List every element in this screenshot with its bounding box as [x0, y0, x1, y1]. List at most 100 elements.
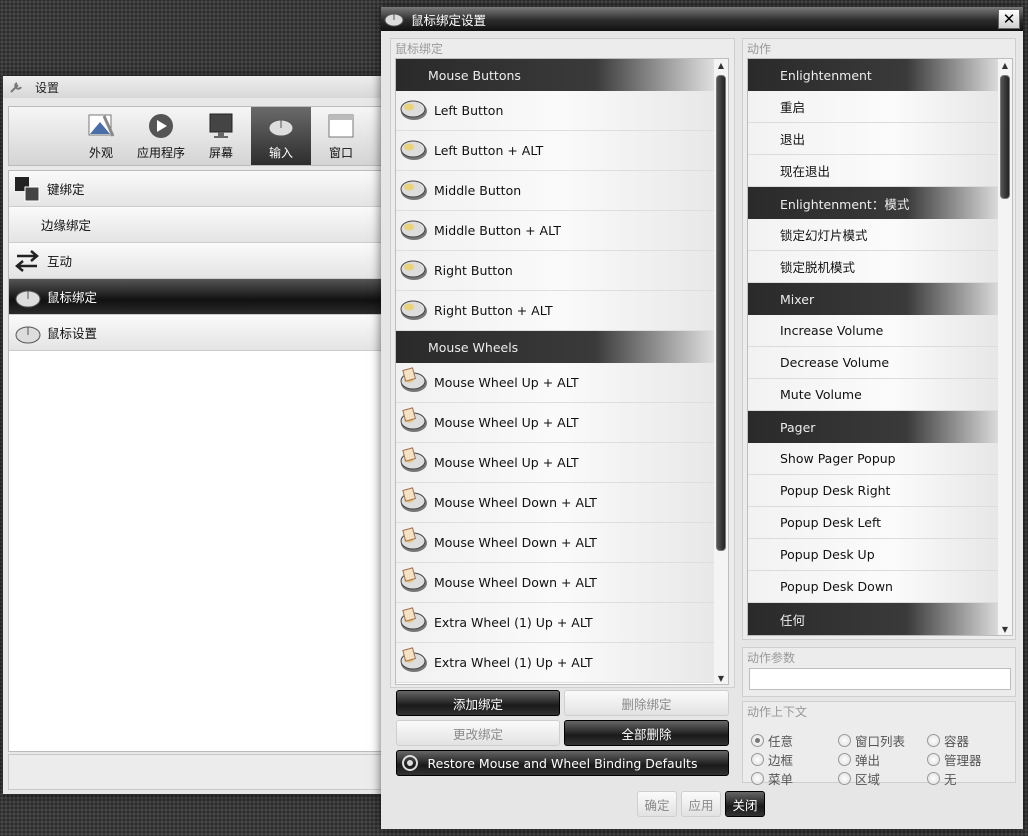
- bindings-frame-label: 鼠标绑定: [395, 42, 444, 56]
- binding-row[interactable]: Left Button + ALT: [396, 131, 728, 171]
- apply-button[interactable]: 应用: [681, 791, 721, 817]
- action-params-frame: 动作参数: [742, 647, 1016, 697]
- binding-row[interactable]: Mouse Wheel Down + ALT: [396, 483, 728, 523]
- settings-category-list: 键绑定 边缘绑定互动鼠标绑定 鼠标设置: [8, 170, 383, 752]
- bindings-frame: 鼠标绑定 Mouse Buttons Left Button Left Button…: [390, 38, 735, 688]
- radio-icon: [751, 753, 764, 766]
- scroll-down-icon[interactable]: ▼: [714, 674, 728, 684]
- radio-icon: [838, 753, 851, 766]
- context-label: 窗口列表: [855, 734, 906, 749]
- action-row[interactable]: Mute Volume: [748, 379, 1012, 411]
- toolbar-item-1[interactable]: 应用程序: [131, 107, 191, 165]
- action-row[interactable]: Show Pager Popup: [748, 443, 1012, 475]
- close-dialog-button[interactable]: 关闭: [725, 791, 765, 817]
- binding-row[interactable]: Extra Wheel (1) Up + ALT: [396, 643, 728, 683]
- binding-label: Mouse Wheel Up + ALT: [434, 375, 579, 390]
- scroll-up-icon[interactable]: ▲: [714, 61, 728, 71]
- category-item-2[interactable]: 互动: [9, 243, 382, 279]
- toolbar-item-label: 输入: [268, 146, 293, 160]
- category-item-4[interactable]: 鼠标设置: [9, 315, 382, 351]
- bindings-scroll-thumb[interactable]: [716, 75, 726, 551]
- mouse-wheel-icon: [396, 645, 434, 680]
- action-row[interactable]: 重启: [748, 91, 1012, 123]
- scroll-up-icon[interactable]: ▲: [998, 61, 1012, 71]
- action-row[interactable]: Decrease Volume: [748, 347, 1012, 379]
- toolbar-item-2[interactable]: 屏幕: [191, 107, 251, 165]
- action-row[interactable]: Popup Desk Left: [748, 507, 1012, 539]
- binding-row[interactable]: Middle Button + ALT: [396, 211, 728, 251]
- binding-row[interactable]: Mouse Wheel Down + ALT: [396, 523, 728, 563]
- context-label: 弹出: [855, 753, 881, 768]
- binding-row[interactable]: Left Button: [396, 91, 728, 131]
- binding-label: Mouse Buttons: [428, 67, 521, 83]
- mouse-wheel-icon: [396, 445, 434, 480]
- bindings-scrollbar[interactable]: ▲ ▼: [714, 59, 728, 684]
- context-radio-3[interactable]: 边框: [751, 750, 793, 769]
- close-button[interactable]: ✕: [998, 9, 1020, 29]
- action-row[interactable]: Popup Desk Up: [748, 539, 1012, 571]
- context-radio-5[interactable]: 管理器: [927, 750, 982, 769]
- ok-button[interactable]: 确定: [637, 791, 677, 817]
- binding-label: Mouse Wheel Up + ALT: [434, 415, 579, 430]
- actions-group-header: Pager: [748, 411, 1012, 443]
- mouse-wheel-icon: [396, 405, 434, 440]
- context-radio-0[interactable]: 任意: [751, 731, 793, 750]
- settings-titlebar[interactable]: 设置: [3, 76, 383, 98]
- category-item-1[interactable]: 边缘绑定: [9, 207, 382, 243]
- binding-row[interactable]: Mouse Wheel Up + ALT: [396, 443, 728, 483]
- context-radio-6[interactable]: 菜单: [751, 769, 793, 788]
- modify-binding-button[interactable]: 更改绑定: [396, 720, 560, 746]
- mouse-icon: [266, 112, 296, 140]
- actions-scroll-thumb[interactable]: [1000, 75, 1010, 199]
- window-icon: [326, 112, 356, 140]
- bind-titlebar[interactable]: 鼠标绑定设置 ✕: [381, 7, 1023, 31]
- context-label: 菜单: [768, 772, 794, 787]
- toolbar-item-3[interactable]: 输入: [251, 107, 311, 165]
- action-row[interactable]: Increase Volume: [748, 315, 1012, 347]
- mouse-wheel-icon: [396, 565, 434, 600]
- bindings-list[interactable]: Mouse Buttons Left Button Left Button + AL…: [395, 58, 729, 685]
- toolbar-item-label: 屏幕: [208, 146, 233, 160]
- category-item-0[interactable]: 键绑定: [9, 171, 382, 207]
- toolbar-item-0[interactable]: 外观: [71, 107, 131, 165]
- binding-row[interactable]: Mouse Wheel Up + ALT: [396, 403, 728, 443]
- binding-row[interactable]: Middle Button: [396, 171, 728, 211]
- binding-label: Left Button: [434, 103, 504, 118]
- add-binding-button[interactable]: 添加绑定: [396, 690, 560, 716]
- action-row[interactable]: 锁定脱机模式: [748, 251, 1012, 283]
- mouse-button-icon: [396, 293, 434, 328]
- toolbar-item-label: 外观: [88, 146, 113, 160]
- delete-all-button[interactable]: 全部删除: [564, 720, 729, 746]
- binding-row[interactable]: Mouse Wheel Down + ALT: [396, 563, 728, 603]
- context-radio-7[interactable]: 区域: [838, 769, 880, 788]
- action-row[interactable]: 现在退出: [748, 155, 1012, 187]
- delete-binding-button[interactable]: 删除绑定: [564, 690, 729, 716]
- action-row[interactable]: Popup Desk Right: [748, 475, 1012, 507]
- actions-scrollbar[interactable]: ▲ ▼: [998, 59, 1012, 635]
- category-item-3[interactable]: 鼠标绑定: [9, 279, 382, 315]
- binding-row[interactable]: Right Button + ALT: [396, 291, 728, 331]
- radio-icon: [838, 772, 851, 785]
- category-label: 互动: [47, 254, 73, 269]
- action-params-input[interactable]: [749, 668, 1011, 690]
- binding-row[interactable]: Right Button: [396, 251, 728, 291]
- context-radio-4[interactable]: 弹出: [838, 750, 880, 769]
- action-row[interactable]: Popup Desk Down: [748, 571, 1012, 603]
- context-radio-1[interactable]: 窗口列表: [838, 731, 905, 750]
- radio-icon: [927, 772, 940, 785]
- toolbar-item-4[interactable]: 窗口: [311, 107, 371, 165]
- binding-row[interactable]: Mouse Wheel Up + ALT: [396, 363, 728, 403]
- binding-row[interactable]: Extra Wheel (1) Up + ALT: [396, 603, 728, 643]
- context-radio-8[interactable]: 无: [927, 769, 957, 788]
- restore-defaults-button[interactable]: Restore Mouse and Wheel Binding Defaults: [396, 750, 729, 776]
- scroll-down-icon[interactable]: ▼: [998, 625, 1012, 635]
- context-radio-2[interactable]: 容器: [927, 731, 969, 750]
- mouse-wheel-icon: [396, 365, 434, 400]
- actions-list[interactable]: Enlightenment 重启 退出 现在退出 Enlightenment：模式 锁定幻…: [747, 58, 1013, 636]
- binding-label: Mouse Wheel Down + ALT: [434, 575, 597, 590]
- binding-label: Extra Wheel (1) Up + ALT: [434, 615, 593, 630]
- radio-icon: [927, 734, 940, 747]
- action-row[interactable]: 锁定幻灯片模式: [748, 219, 1012, 251]
- action-row[interactable]: 退出: [748, 123, 1012, 155]
- context-label: 无: [944, 772, 957, 787]
